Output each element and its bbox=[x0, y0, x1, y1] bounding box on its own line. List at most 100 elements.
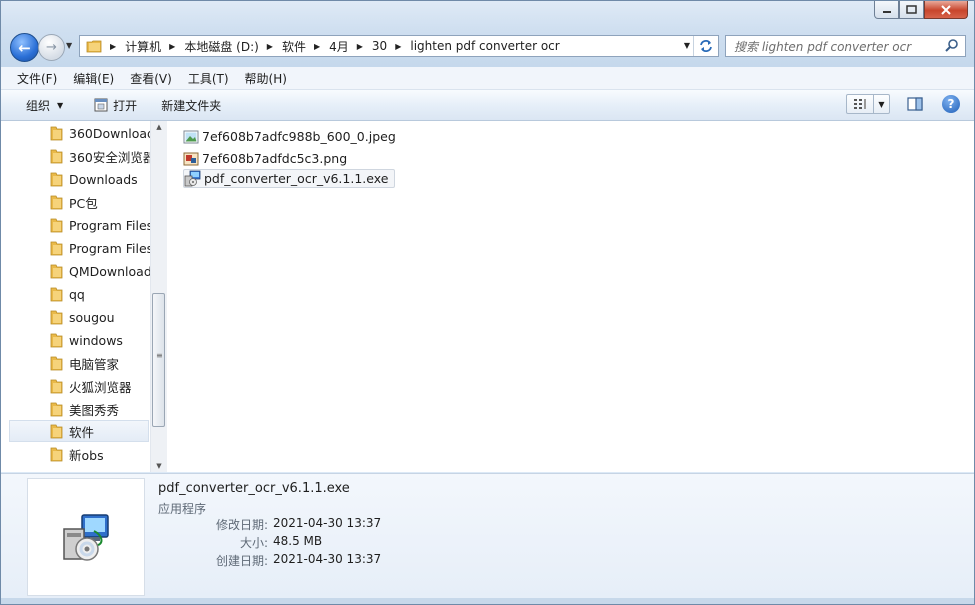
details-modified-value[interactable]: 2021-04-30 13:37 bbox=[273, 516, 381, 530]
file-item[interactable]: 7ef608b7adfdc5c3.png bbox=[183, 149, 353, 168]
folder-icon bbox=[50, 218, 63, 233]
refresh-button[interactable] bbox=[693, 36, 718, 56]
menu-tools[interactable]: 工具(T) bbox=[183, 70, 234, 87]
menu-help[interactable]: 帮助(H) bbox=[240, 70, 292, 87]
navigation-pane: 360Downloads 360安全浏览器下载 Downloads PC包 Pr… bbox=[1, 121, 150, 472]
tree-item-label: 360安全浏览器下载 bbox=[69, 149, 150, 165]
address-bar[interactable]: ▶ 计算机 ▶ 本地磁盘 (D:) ▶ 软件 ▶ 4月 ▶ 30 ▶ light… bbox=[79, 35, 719, 57]
menu-bar: 文件(F) 编辑(E) 查看(V) 工具(T) 帮助(H) bbox=[1, 67, 974, 90]
tree-item[interactable]: Program Files bbox=[9, 214, 150, 236]
chevron-right-icon[interactable]: ▶ bbox=[357, 42, 363, 51]
back-button[interactable]: ← bbox=[10, 33, 39, 62]
tree-item-selected[interactable]: 软件 bbox=[9, 420, 149, 442]
details-created-label: 创建日期: bbox=[215, 554, 268, 568]
window-bottom-edge bbox=[1, 598, 974, 604]
chevron-right-icon[interactable]: ▶ bbox=[314, 42, 320, 51]
minimize-button[interactable] bbox=[874, 1, 899, 19]
organize-label: 组织 bbox=[26, 98, 51, 113]
menu-edit[interactable]: 编辑(E) bbox=[68, 70, 119, 87]
breadcrumb-software[interactable]: 软件 bbox=[282, 38, 306, 55]
tree-item-label: 美图秀秀 bbox=[69, 402, 120, 418]
tree-item[interactable]: windows bbox=[9, 329, 149, 351]
folder-icon bbox=[50, 126, 63, 141]
file-name: 7ef608b7adfc988b_600_0.jpeg bbox=[202, 129, 396, 144]
help-icon: ? bbox=[947, 97, 955, 111]
details-modified-row: 修改日期: 2021-04-30 13:37 bbox=[158, 516, 398, 534]
details-created-value[interactable]: 2021-04-30 13:37 bbox=[273, 552, 381, 566]
folder-icon bbox=[50, 356, 63, 371]
folder-icon bbox=[50, 287, 63, 302]
menu-file[interactable]: 文件(F) bbox=[12, 70, 62, 87]
refresh-icon bbox=[700, 40, 712, 52]
forward-arrow-icon: → bbox=[46, 40, 57, 55]
chevron-right-icon[interactable]: ▶ bbox=[395, 42, 401, 51]
tree-item[interactable]: 美图秀秀 bbox=[9, 398, 149, 420]
breadcrumb-computer[interactable]: 计算机 bbox=[125, 38, 161, 55]
open-program-icon bbox=[94, 98, 108, 112]
change-view-button[interactable]: ▼ bbox=[846, 94, 890, 114]
tree-item-label: Program Files (x86) bbox=[69, 240, 150, 256]
breadcrumb-april[interactable]: 4月 bbox=[329, 38, 349, 55]
folder-icon bbox=[50, 402, 63, 417]
breadcrumb-30[interactable]: 30 bbox=[372, 39, 387, 53]
preview-pane-button[interactable] bbox=[906, 95, 924, 113]
scroll-up-icon[interactable]: ▲ bbox=[151, 123, 167, 131]
details-file-type: 应用程序 bbox=[158, 502, 207, 516]
breadcrumb-current-folder[interactable]: lighten pdf converter ocr bbox=[410, 39, 559, 53]
search-input[interactable] bbox=[732, 38, 941, 56]
tree-item[interactable]: sougou bbox=[9, 306, 149, 328]
tree-item[interactable]: QMDownload bbox=[9, 260, 150, 282]
list-view-icon[interactable] bbox=[847, 95, 874, 113]
folder-icon bbox=[50, 264, 63, 279]
chevron-down-icon[interactable]: ▼ bbox=[874, 100, 889, 109]
tree-item[interactable]: qq bbox=[9, 283, 149, 305]
file-item-selected[interactable]: pdf_converter_ocr_v6.1.1.exe bbox=[183, 169, 396, 188]
tree-item-label: 软件 bbox=[69, 424, 95, 440]
recent-pages-dropdown[interactable]: ▼ bbox=[66, 41, 72, 50]
new-folder-button[interactable]: 新建文件夹 bbox=[155, 94, 227, 116]
scroll-down-icon[interactable]: ▼ bbox=[151, 462, 167, 470]
breadcrumb-local-disk[interactable]: 本地磁盘 (D:) bbox=[184, 38, 258, 55]
tree-item[interactable]: 360安全浏览器下载 bbox=[9, 145, 150, 167]
tree-item[interactable]: Program Files (x86) bbox=[9, 237, 150, 259]
tree-item[interactable]: PC包 bbox=[9, 191, 149, 213]
folder-icon bbox=[50, 333, 63, 348]
details-size-row: 大小: 48.5 MB bbox=[158, 534, 398, 552]
file-item[interactable]: 7ef608b7adfc988b_600_0.jpeg bbox=[183, 127, 402, 146]
open-button[interactable]: 打开 bbox=[87, 94, 143, 116]
tree-item[interactable]: 火狐浏览器 bbox=[9, 375, 149, 397]
search-icon[interactable] bbox=[944, 38, 960, 54]
address-history-dropdown[interactable]: ▼ bbox=[684, 41, 690, 50]
tree-item-label: 火狐浏览器 bbox=[69, 379, 132, 395]
chevron-right-icon[interactable]: ▶ bbox=[110, 42, 116, 51]
tree-item[interactable]: Downloads bbox=[9, 168, 149, 190]
forward-button[interactable]: → bbox=[38, 34, 65, 61]
close-icon bbox=[941, 4, 951, 15]
details-size-value: 48.5 MB bbox=[273, 534, 323, 548]
scrollbar-thumb[interactable]: ≡ bbox=[152, 293, 165, 427]
organize-button[interactable]: 组织 ▼ bbox=[20, 94, 69, 116]
tree-item-label: qq bbox=[69, 286, 85, 302]
menu-view[interactable]: 查看(V) bbox=[125, 70, 177, 87]
chevron-right-icon[interactable]: ▶ bbox=[267, 42, 273, 51]
tree-item-label: 电脑管家 bbox=[69, 356, 120, 372]
file-thumbnail bbox=[27, 478, 145, 596]
explorer-window: ← → ▼ ▶ 计算机 ▶ 本地磁盘 (D:) ▶ 软件 ▶ 4月 ▶ 30 ▶… bbox=[0, 0, 975, 605]
tree-item[interactable]: 电脑管家 bbox=[9, 352, 149, 374]
navigation-scrollbar[interactable]: ▲ ≡ ▼ bbox=[150, 121, 167, 472]
installer-icon bbox=[63, 514, 109, 561]
folder-icon bbox=[50, 424, 63, 439]
back-arrow-icon: ← bbox=[18, 38, 31, 57]
folder-icon bbox=[50, 241, 63, 256]
close-button[interactable] bbox=[924, 1, 968, 19]
folder-icon bbox=[50, 310, 63, 325]
tree-item[interactable]: 360Downloads bbox=[9, 122, 150, 144]
tree-item[interactable]: 新obs bbox=[9, 443, 149, 465]
maximize-button[interactable] bbox=[899, 1, 924, 19]
folder-icon bbox=[50, 447, 63, 462]
help-button[interactable]: ? bbox=[942, 95, 960, 113]
folder-icon bbox=[86, 40, 102, 53]
chevron-right-icon[interactable]: ▶ bbox=[169, 42, 175, 51]
grip-icon: ≡ bbox=[156, 351, 163, 360]
file-name: 7ef608b7adfdc5c3.png bbox=[202, 151, 348, 166]
